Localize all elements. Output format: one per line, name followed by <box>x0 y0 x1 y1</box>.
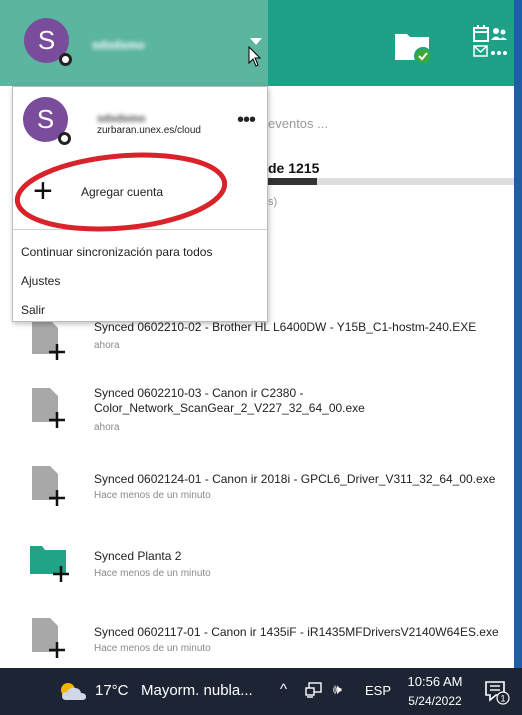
activity-time: Hace menos de un minuto <box>94 568 211 579</box>
sync-hint: s) <box>268 196 278 208</box>
folder-add-icon <box>30 546 69 582</box>
app-header: S sdsdsmo <box>0 0 514 86</box>
menu-account-name: sdsdsmo <box>97 113 146 125</box>
activity-title: Synced 0602117-01 - Canon ir 1435iF - iR… <box>94 625 499 639</box>
chevron-down-icon[interactable] <box>250 38 262 45</box>
notification-count: 1 <box>500 694 505 704</box>
network-icon[interactable] <box>305 682 323 698</box>
sync-progress-fill <box>268 178 318 185</box>
menu-account-server: zurbaran.unex.es/cloud <box>97 125 201 136</box>
avatar[interactable]: S <box>24 18 72 66</box>
activity-title: Synced Planta 2 <box>94 549 182 563</box>
activity-time: ahora <box>94 422 120 433</box>
menu-avatar: S <box>23 97 71 145</box>
activity-time: ahora <box>94 340 120 351</box>
activity-time: Hace menos de un minuto <box>94 643 211 654</box>
taskbar: 17°C Mayorm. nubla... ^ 🕪 ESP 10:56 AM 5… <box>0 668 522 715</box>
clock-date[interactable]: 5/24/2022 <box>405 694 465 708</box>
list-item[interactable]: Synced 0602210-03 - Canon ir C2380 - Col… <box>0 374 514 450</box>
cloudy-weather-icon[interactable] <box>58 680 88 702</box>
avatar-initial: S <box>36 104 55 134</box>
list-item[interactable]: Synced 0602124-01 - Canon ir 2018i - GPC… <box>0 450 514 526</box>
notification-icon[interactable]: 1 <box>484 679 510 705</box>
settings-item[interactable]: Ajustes <box>21 274 60 288</box>
list-item[interactable]: Synced 0602117-01 - Canon ir 1435iF - iR… <box>0 602 514 668</box>
local-folder-icon[interactable] <box>393 26 433 66</box>
activity-list: Synced 0602210-02 - Brother HL L6400DW -… <box>0 318 514 668</box>
activity-title: Synced 0602124-01 - Canon ir 2018i - GPC… <box>94 472 496 486</box>
nextcloud-window: S sdsdsmo eventos ... de 1215 s) Synced … <box>0 0 514 668</box>
sync-count: de 1215 <box>268 160 320 176</box>
avatar-initial: S <box>37 25 56 55</box>
file-add-icon <box>32 320 65 360</box>
status-indicator <box>58 132 71 145</box>
weather-text[interactable]: Mayorm. nubla... <box>141 682 253 699</box>
activity-title: Synced 0602210-03 - Canon ir C2380 - Col… <box>94 386 365 415</box>
mouse-cursor-icon <box>248 46 262 67</box>
volume-icon[interactable]: 🕪 <box>333 681 342 698</box>
highlight-ellipse <box>14 152 228 232</box>
sync-progress-bar <box>268 178 514 185</box>
list-item[interactable]: Synced Planta 2 Hace menos de un minuto <box>0 526 514 602</box>
file-add-icon <box>32 388 65 428</box>
clock-time[interactable]: 10:56 AM <box>405 674 465 689</box>
activity-time: Hace menos de un minuto <box>94 490 211 501</box>
activity-title: Synced 0602210-02 - Brother HL L6400DW -… <box>94 320 477 334</box>
apps-menu-icon[interactable] <box>472 24 508 64</box>
resume-sync-all-item[interactable]: Continuar sincronización para todos <box>21 245 212 259</box>
file-add-icon <box>32 466 65 506</box>
more-options-icon[interactable]: ••• <box>237 109 256 132</box>
file-add-icon <box>32 618 65 658</box>
account-name: sdsdsmo <box>92 38 145 52</box>
quit-item[interactable]: Salir <box>21 303 45 317</box>
activity-search-placeholder: eventos ... <box>268 116 328 131</box>
account-selector[interactable]: S sdsdsmo <box>0 0 268 86</box>
temperature[interactable]: 17°C <box>95 682 129 699</box>
tray-expand-icon[interactable]: ^ <box>280 681 287 698</box>
language-indicator[interactable]: ESP <box>365 683 391 698</box>
status-indicator <box>59 53 72 66</box>
desktop-edge <box>514 0 522 668</box>
list-item[interactable]: Synced 0602210-02 - Brother HL L6400DW -… <box>0 318 514 374</box>
